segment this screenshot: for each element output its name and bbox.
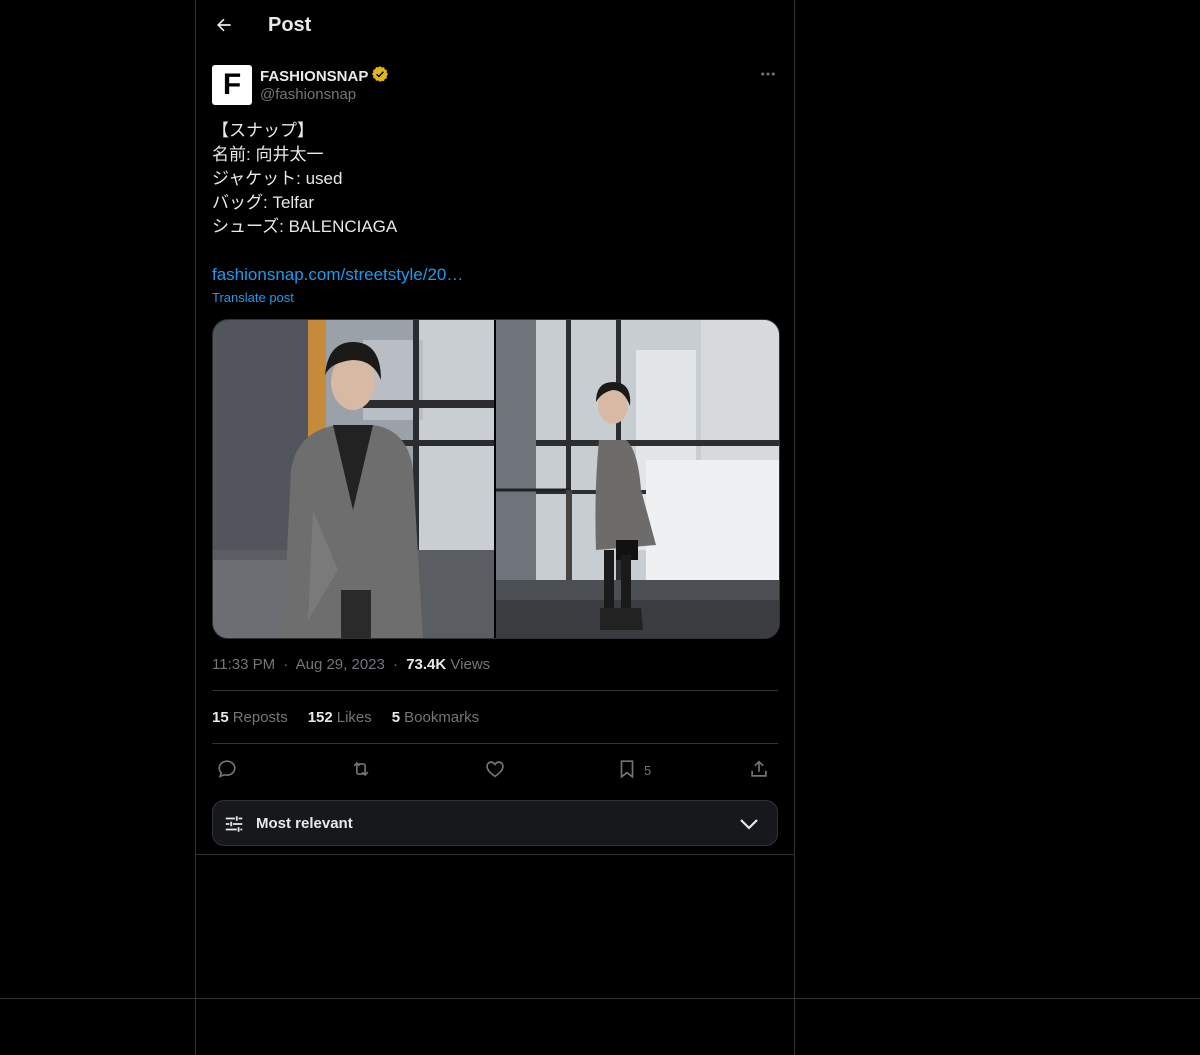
bookmarks-label: Bookmarks: [404, 709, 480, 726]
like-button[interactable]: [484, 758, 506, 783]
reply-icon: [216, 758, 238, 783]
views-label: Views: [450, 656, 491, 673]
reply-button[interactable]: [216, 758, 238, 783]
author-name-row: FASHIONSNAP: [260, 65, 389, 88]
share-button[interactable]: [748, 758, 770, 783]
back-button[interactable]: [208, 11, 240, 43]
bookmark-icon: [616, 758, 638, 783]
photo-2[interactable]: [496, 320, 779, 638]
heart-icon: [484, 758, 506, 783]
bookmarks-count: 5: [391, 709, 401, 726]
chevron-down-icon: [739, 815, 759, 838]
divider: [212, 690, 778, 691]
divider: [196, 854, 794, 855]
post-text: 【スナップ】 名前: 向井太一 ジャケット: used バッグ: Telfar …: [212, 119, 397, 239]
author-display-name[interactable]: FASHIONSNAP: [260, 68, 368, 85]
photo-1[interactable]: [213, 320, 494, 638]
views-count: 73.4K: [406, 656, 447, 673]
sort-label: Most relevant: [256, 815, 353, 832]
reposts-count: 15: [212, 709, 229, 726]
page-title: Post: [268, 14, 312, 36]
likes-stat[interactable]: 152 Likes: [308, 709, 372, 726]
likes-count: 152: [307, 709, 333, 726]
post-link[interactable]: fashionsnap.com/streetstyle/20…: [212, 263, 463, 287]
sliders-icon: [223, 813, 245, 840]
reposts-stat[interactable]: 15 Reposts: [212, 709, 288, 726]
more-options-button[interactable]: [756, 64, 780, 88]
meta-separator: ·: [283, 656, 289, 673]
bookmark-count: 5: [644, 763, 652, 778]
verified-badge-icon: [371, 65, 389, 88]
post-date[interactable]: Aug 29, 2023: [296, 656, 385, 673]
main-column: Post F FASHIONSNAP @fashionsnap 【スナップ】 名…: [195, 0, 795, 1055]
divider: [212, 743, 778, 744]
bookmarks-stat[interactable]: 5 Bookmarks: [392, 709, 479, 726]
divider: [0, 998, 1200, 999]
author-handle[interactable]: @fashionsnap: [260, 86, 356, 103]
post-time[interactable]: 11:33 PM: [212, 656, 275, 673]
repost-button[interactable]: [350, 758, 372, 783]
post-text-line: ジャケット: used: [212, 169, 343, 188]
back-arrow-icon: [214, 15, 234, 40]
bookmark-button[interactable]: 5: [616, 758, 651, 783]
reposts-label: Reposts: [232, 709, 288, 726]
media-grid: [212, 319, 780, 639]
reply-sort-dropdown[interactable]: Most relevant: [212, 800, 778, 846]
repost-icon: [350, 758, 372, 783]
action-bar: 5: [212, 752, 778, 788]
more-dots-icon: [759, 65, 777, 88]
post-header: Post: [196, 0, 794, 54]
engagement-stats: 15 Reposts 152 Likes 5 Bookmarks: [212, 709, 479, 726]
likes-label: Likes: [336, 709, 372, 726]
post-meta: 11:33 PM · Aug 29, 2023 · 73.4K Views: [212, 656, 490, 673]
avatar[interactable]: F: [212, 65, 252, 105]
post-text-line: シューズ: BALENCIAGA: [212, 217, 398, 236]
avatar-letter: F: [222, 68, 242, 101]
share-icon: [748, 758, 770, 783]
post-text-line: 【スナップ】: [212, 121, 314, 140]
post-text-line: 名前: 向井太一: [212, 145, 324, 164]
meta-separator: ·: [393, 656, 399, 673]
post-text-line: バッグ: Telfar: [212, 193, 315, 212]
translate-post-link[interactable]: Translate post: [212, 290, 294, 305]
